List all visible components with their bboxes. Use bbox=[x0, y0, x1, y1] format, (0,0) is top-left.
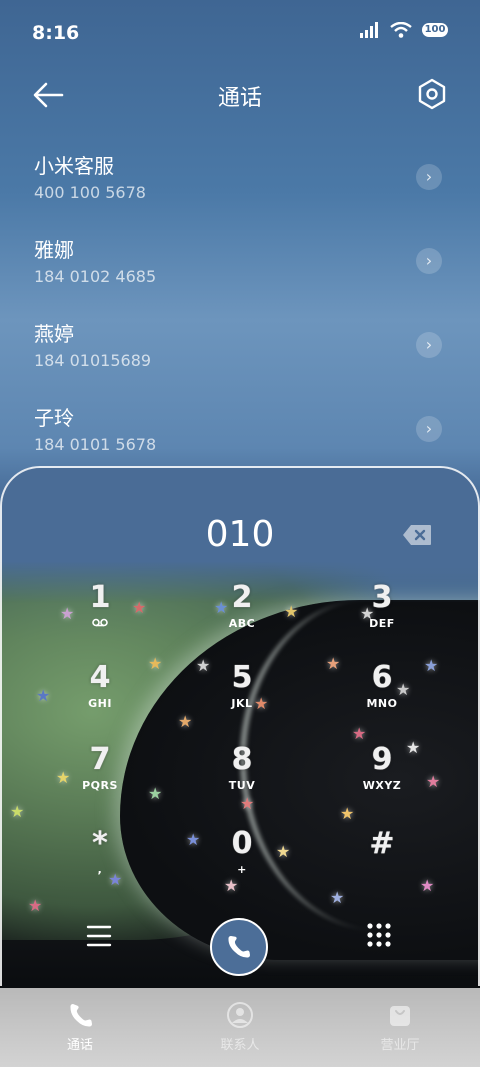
key-digit: 1 bbox=[89, 580, 111, 615]
key-7[interactable]: 7 PQRS bbox=[40, 742, 160, 818]
key-9[interactable]: 9 WXYZ bbox=[322, 742, 442, 818]
voicemail-icon bbox=[40, 617, 160, 630]
tab-label: 联系人 bbox=[220, 1038, 260, 1053]
key-1[interactable]: 1 bbox=[40, 580, 160, 656]
dialpad-toggle-icon[interactable] bbox=[366, 922, 392, 948]
backspace-icon[interactable] bbox=[402, 524, 432, 546]
key-letters: JKL bbox=[231, 697, 253, 710]
key-star[interactable]: * , bbox=[40, 826, 160, 902]
key-digit: 7 bbox=[89, 742, 111, 777]
key-letters: + bbox=[237, 863, 247, 876]
key-letters: PQRS bbox=[82, 779, 118, 792]
key-2[interactable]: 2 ABC bbox=[182, 580, 302, 656]
key-digit: # bbox=[369, 826, 395, 861]
status-time: 8:16 bbox=[32, 22, 80, 44]
key-digit: 2 bbox=[231, 580, 253, 615]
tab-service-hall[interactable]: 营业厅 bbox=[320, 988, 480, 1067]
key-digit: 3 bbox=[371, 580, 393, 615]
chevron-right-icon[interactable]: › bbox=[416, 416, 442, 442]
call-button[interactable] bbox=[210, 918, 268, 976]
key-letters: TUV bbox=[228, 779, 256, 792]
settings-icon[interactable] bbox=[416, 78, 448, 110]
contact-row[interactable]: 子玲 184 0101 5678 › bbox=[0, 392, 480, 476]
person-icon bbox=[227, 1002, 253, 1028]
contact-name: 子玲 bbox=[34, 406, 74, 430]
status-bar: 8:16 100 bbox=[0, 0, 480, 68]
contact-number: 184 0102 4685 bbox=[34, 267, 157, 286]
bag-icon bbox=[390, 1006, 410, 1026]
key-digit: * bbox=[92, 826, 108, 861]
contact-row[interactable]: 雅娜 184 0102 4685 › bbox=[0, 224, 480, 308]
tab-label: 通话 bbox=[66, 1038, 93, 1053]
key-3[interactable]: 3 DEF bbox=[322, 580, 442, 656]
menu-icon[interactable] bbox=[86, 924, 112, 948]
key-letters: GHI bbox=[88, 697, 112, 710]
phone-icon bbox=[70, 1004, 92, 1027]
contact-name: 燕婷 bbox=[34, 322, 74, 346]
status-icons: 100 bbox=[360, 22, 448, 38]
phone-icon bbox=[228, 936, 250, 958]
contact-number: 184 01015689 bbox=[34, 351, 152, 370]
tab-calls[interactable]: 通话 bbox=[0, 988, 160, 1067]
wifi-icon bbox=[390, 22, 412, 38]
contact-number: 184 0101 5678 bbox=[34, 435, 157, 454]
chevron-right-icon[interactable]: › bbox=[416, 248, 442, 274]
key-letters: WXYZ bbox=[362, 779, 402, 792]
key-letters: , bbox=[97, 863, 103, 876]
key-hash[interactable]: # bbox=[322, 826, 442, 902]
key-letters: ABC bbox=[228, 617, 256, 630]
contact-number: 400 100 5678 bbox=[34, 183, 146, 202]
key-digit: 0 bbox=[231, 826, 253, 861]
contact-name: 雅娜 bbox=[34, 238, 74, 262]
key-letters: DEF bbox=[369, 617, 395, 630]
key-digit: 8 bbox=[231, 742, 253, 777]
dialer-screen: ★ ★ ★ ★ ★ ★ ★ ★ ★ ★ ★ ★ ★ ★ ★ ★ ★ ★ ★ ★ … bbox=[0, 0, 480, 1067]
key-4[interactable]: 4 GHI bbox=[40, 660, 160, 736]
key-5[interactable]: 5 JKL bbox=[182, 660, 302, 736]
signal-icon bbox=[360, 22, 378, 38]
key-digit: 6 bbox=[371, 660, 393, 695]
key-letters: MNO bbox=[366, 697, 398, 710]
contact-row[interactable]: 小米客服 400 100 5678 › bbox=[0, 140, 480, 224]
key-6[interactable]: 6 MNO bbox=[322, 660, 442, 736]
battery-icon: 100 bbox=[422, 23, 448, 37]
contact-name: 小米客服 bbox=[34, 154, 114, 178]
key-8[interactable]: 8 TUV bbox=[182, 742, 302, 818]
contact-row[interactable]: 燕婷 184 01015689 › bbox=[0, 308, 480, 392]
chevron-right-icon[interactable]: › bbox=[416, 332, 442, 358]
chevron-right-icon[interactable]: › bbox=[416, 164, 442, 190]
key-digit: 4 bbox=[89, 660, 111, 695]
key-digit: 9 bbox=[371, 742, 393, 777]
bottom-tab-bar: 通话 联系人 营业厅 bbox=[0, 988, 480, 1067]
key-0[interactable]: 0 + bbox=[182, 826, 302, 902]
app-header: 通话 bbox=[0, 68, 480, 124]
tab-label: 营业厅 bbox=[380, 1038, 420, 1053]
tab-contacts[interactable]: 联系人 bbox=[160, 988, 320, 1067]
contact-suggestion-list: 小米客服 400 100 5678 › 雅娜 184 0102 4685 › 燕… bbox=[0, 140, 480, 476]
page-title: 通话 bbox=[217, 86, 262, 111]
key-digit: 5 bbox=[231, 660, 253, 695]
